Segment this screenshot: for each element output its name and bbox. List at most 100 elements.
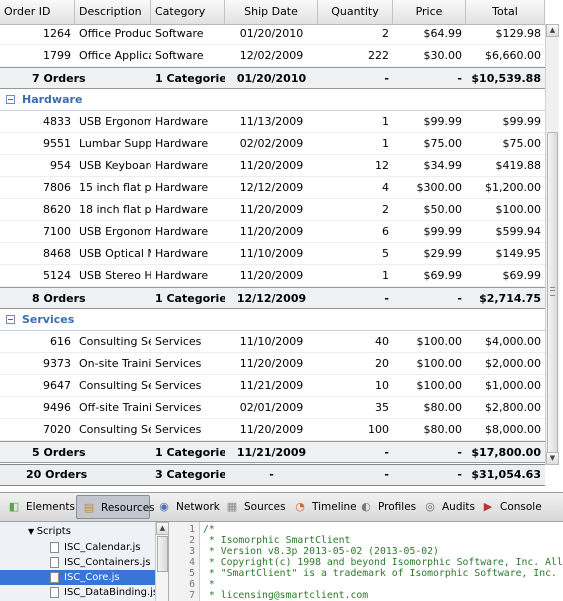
tab-audits[interactable]: ◎ Audits [418, 495, 475, 519]
cell-id: 5124 [43, 269, 71, 282]
cell-qty: 40 [375, 335, 389, 348]
sidebar-scroll-up[interactable]: ▲ [156, 522, 168, 535]
table-row[interactable]: 7020 Consulting Services Services 11/20/200… [0, 419, 545, 441]
collapse-toggle-icon[interactable] [6, 315, 15, 324]
tab-elements[interactable]: ◧ Elements [2, 495, 75, 519]
cell-date: 02/02/2009 [239, 137, 304, 150]
cell-cat: Hardware [155, 181, 209, 194]
cell-price: $50.00 [423, 203, 463, 216]
column-header-4[interactable]: Quantity [318, 0, 393, 24]
summary-orders: 8 Orders - [32, 292, 90, 305]
grid-vertical-scrollbar[interactable]: ▲ ▼ [545, 24, 559, 465]
cell-desc: Consulting Services [79, 379, 151, 392]
column-header-2[interactable]: Category [151, 0, 225, 24]
table-row[interactable]: 616 Consulting Services Services 11/10/2009… [0, 331, 545, 353]
table-row[interactable]: 1799 Office Application Software 12/02/2009… [0, 45, 545, 67]
cell-cat: Hardware [155, 137, 209, 150]
cell-total: $599.94 [495, 225, 542, 238]
source-view: 1 /* 2 * Isomorphic SmartClient 3 * Version… [169, 522, 563, 601]
table-row[interactable]: 7806 15 inch flat panel Hardware 12/12/2009… [0, 177, 545, 199]
table-row[interactable]: 954 USB Keyboard Hardware 11/20/2009 12 $34.9… [0, 155, 545, 177]
tab-resources[interactable]: ▤ Resources [76, 495, 155, 519]
cell-qty: 222 [368, 49, 389, 62]
table-row[interactable]: 4833 USB Ergonomic Hardware 11/13/2009 1 $99.… [0, 111, 545, 133]
tree-folder-scripts[interactable]: ▼ Scripts [28, 524, 71, 539]
tree-file-item[interactable]: ISC_Core.js [0, 570, 155, 585]
table-row[interactable]: 9496 Off-site Training Services 02/01/2009 3… [0, 397, 545, 419]
code-line: * Version v8.3p 2013-05-02 (2013-05-02) [203, 546, 439, 557]
group-summary-row: 8 Orders - 1 Categories 12/12/2009 - - $2,714… [0, 287, 545, 309]
column-header-1[interactable]: Description [75, 0, 151, 24]
cell-total: $1,000.00 [485, 379, 541, 392]
table-row[interactable]: 9551 Lumbar Support Hardware 02/02/2009 1 $75… [0, 133, 545, 155]
column-header-0[interactable]: Order ID [0, 0, 75, 24]
cell-price: $100.00 [416, 357, 463, 370]
line-number: 4 [189, 557, 195, 568]
scroll-thumb[interactable] [547, 132, 558, 457]
cell-price: $300.00 [416, 181, 463, 194]
cell-price: $99.99 [423, 225, 463, 238]
tab-label: Sources [244, 501, 286, 513]
table-row[interactable]: 9373 On-site Training Services 11/20/2009 20… [0, 353, 545, 375]
cell-id: 9551 [43, 137, 71, 150]
sidebar-scrollbar[interactable]: ▲ [155, 522, 168, 601]
sidebar-scroll-thumb[interactable] [157, 536, 168, 572]
cell-qty: 35 [375, 401, 389, 414]
cell-total: $75.00 [502, 137, 542, 150]
table-row[interactable]: 5124 USB Stereo Headset Hardware 11/20/2009… [0, 265, 545, 287]
cell-price: $75.00 [423, 137, 463, 150]
tree-file-item[interactable]: ISC_Calendar.js [0, 540, 155, 555]
column-header-5[interactable]: Price [393, 0, 466, 24]
cell-cat: Software [155, 49, 204, 62]
group-summary-row: 7 Orders -1 Categories01/20/2010--$10,53… [0, 67, 545, 89]
grand-cats: 3 Categories [155, 468, 225, 481]
group-header-row[interactable]: Services [0, 309, 545, 331]
summary-date: 01/20/2010 [236, 72, 307, 85]
table-row[interactable]: 8468 USB Optical Mouse Hardware 11/10/2009 5… [0, 243, 545, 265]
tree-file-item[interactable]: ISC_Containers.js [0, 555, 155, 570]
cell-qty: 1 [382, 269, 389, 282]
collapse-toggle-icon[interactable] [6, 95, 15, 104]
disclosure-triangle-icon[interactable]: ▼ [28, 527, 37, 536]
cell-price: $34.99 [423, 159, 463, 172]
group-header-row[interactable]: Hardware [0, 89, 545, 111]
group-title: Hardware [22, 93, 83, 106]
tab-label: Timeline [312, 501, 357, 513]
column-header-6[interactable]: Total [466, 0, 545, 24]
summary-total: $17,800.00 [471, 446, 541, 459]
tab-network[interactable]: ◉ Network [152, 495, 220, 519]
table-row[interactable]: 1264 Office Productivity Software 01/20/201… [0, 25, 545, 45]
summary-total: $2,714.75 [479, 292, 541, 305]
cell-qty: 12 [375, 159, 389, 172]
cell-qty: 100 [368, 423, 389, 436]
tab-timeline[interactable]: ◔ Timeline [288, 495, 356, 519]
column-header-3[interactable]: Ship Date [225, 0, 318, 24]
cell-price: $69.99 [423, 269, 463, 282]
grand-qty: - [384, 468, 389, 481]
table-row[interactable]: 9647 Consulting Services Services 11/21/200… [0, 375, 545, 397]
scroll-up-button[interactable]: ▲ [546, 24, 559, 37]
cell-date: 02/01/2009 [239, 401, 304, 414]
code-line: * "SmartClient" is a trademark of Isomor… [203, 568, 557, 579]
grand-date: - [269, 468, 274, 481]
cell-date: 11/20/2009 [239, 159, 304, 172]
cell-total: $129.98 [495, 27, 542, 40]
tab-sources[interactable]: ▦ Sources [220, 495, 286, 519]
list-grid: Order ID Description Category Ship Date Quan… [0, 0, 563, 490]
tree-file-item[interactable]: ISC_DataBinding.js [0, 585, 158, 600]
table-row[interactable]: 7100 USB Ergonomic Hardware 11/20/2009 6 $99.… [0, 221, 545, 243]
table-row[interactable]: 8620 18 inch flat panel Hardware 11/20/2009… [0, 199, 545, 221]
scroll-down-button[interactable]: ▼ [546, 452, 559, 465]
network-icon: ◉ [159, 500, 169, 513]
cell-date: 11/13/2009 [239, 115, 304, 128]
cell-desc: 15 inch flat panel [79, 181, 151, 194]
summary-qty: - [384, 446, 389, 459]
summary-price: - [457, 72, 462, 85]
line-number: 3 [189, 546, 195, 557]
cell-desc: On-site Training [79, 357, 151, 370]
cell-desc: USB Optical Mouse [79, 247, 151, 260]
tab-profiles[interactable]: ◐ Profiles [354, 495, 416, 519]
cell-desc: Off-site Training [79, 401, 151, 414]
tab-console[interactable]: ▶ Console [476, 495, 542, 519]
cell-price: $80.00 [423, 401, 463, 414]
